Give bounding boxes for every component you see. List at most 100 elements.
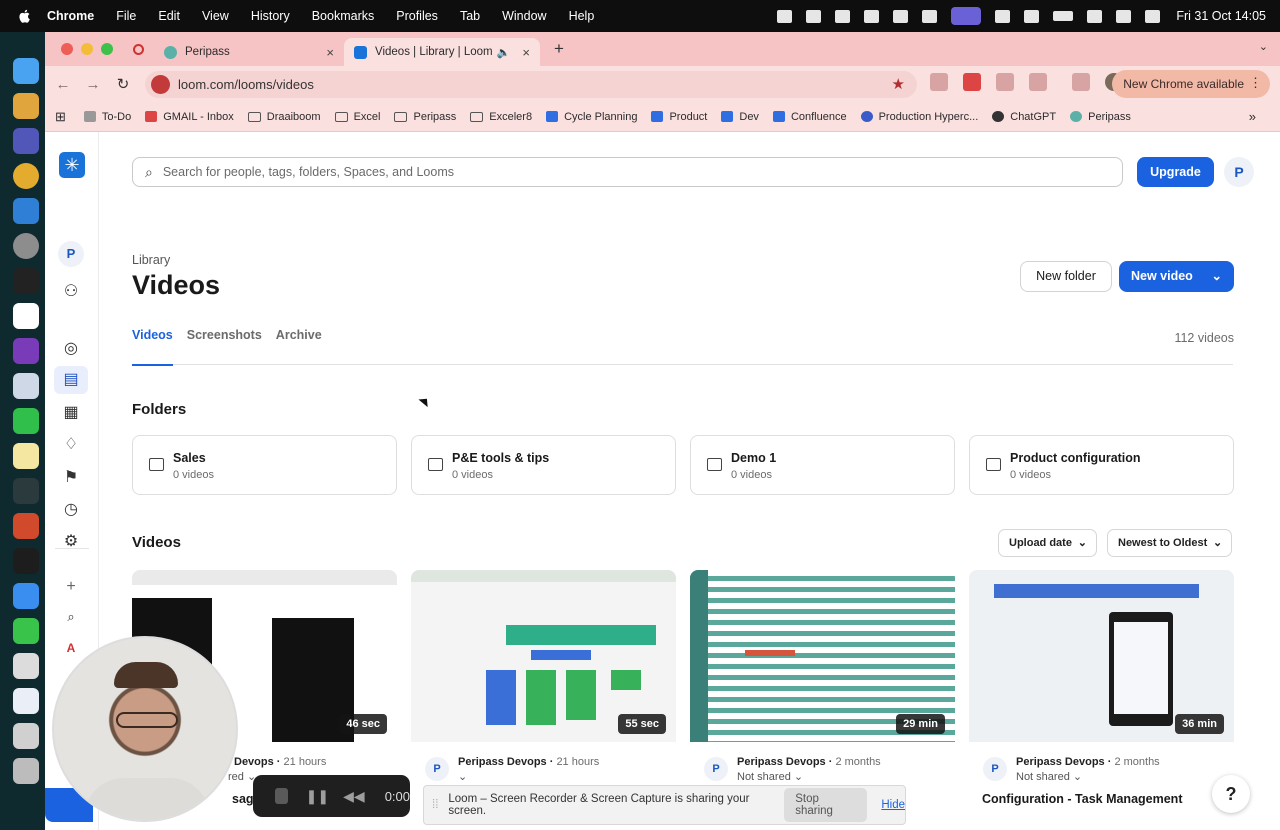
share-status[interactable]: Not shared ⌄ <box>737 770 803 783</box>
sort-order-select[interactable]: Newest to Oldest ⌄ <box>1107 529 1233 557</box>
folder-card[interactable]: P&E tools & tips 0 videos <box>411 435 676 495</box>
audio-playing-icon[interactable]: 🔈 <box>497 46 511 59</box>
bookmark-dev[interactable]: Dev <box>721 111 759 123</box>
search-icon[interactable]: ⌕ <box>60 606 82 628</box>
folder-card[interactable]: Product configuration 0 videos <box>969 435 1234 495</box>
control-center-icon[interactable] <box>1145 9 1161 23</box>
activity-monitor-icon[interactable] <box>13 478 39 504</box>
invite-user-icon[interactable]: ⚇ <box>60 281 82 303</box>
user-avatar[interactable]: P <box>1224 157 1254 187</box>
sort-field-select[interactable]: Upload date ⌄ <box>998 529 1097 557</box>
bookmark-confluence[interactable]: Confluence <box>772 111 847 123</box>
menu-file[interactable]: File <box>116 9 136 23</box>
bookmark-product[interactable]: Product <box>651 111 707 123</box>
numbers-icon[interactable] <box>13 408 39 434</box>
status-icon[interactable] <box>1024 9 1040 23</box>
restart-icon[interactable]: ◀◀ <box>343 788 365 805</box>
launchpad-icon[interactable] <box>13 93 39 119</box>
close-window-button[interactable] <box>61 43 73 55</box>
finder-icon[interactable] <box>13 58 39 84</box>
menu-help[interactable]: Help <box>569 9 595 23</box>
apps-grid-icon[interactable]: ⊞ <box>55 109 66 125</box>
history-clock-icon[interactable]: ◷ <box>60 499 82 521</box>
folder-card[interactable]: Sales 0 videos <box>132 435 397 495</box>
menu-view[interactable]: View <box>202 9 229 23</box>
status-icon[interactable] <box>777 9 793 23</box>
new-folder-button[interactable]: New folder <box>1020 261 1112 292</box>
keyboard-icon[interactable] <box>13 653 39 679</box>
pause-icon[interactable]: ❚❚ <box>306 788 329 805</box>
video-thumbnail[interactable]: 55 sec <box>411 570 676 742</box>
onenote-icon[interactable] <box>13 338 39 364</box>
status-icon[interactable] <box>922 9 938 23</box>
more-bookmarks-icon[interactable]: » <box>1249 109 1256 124</box>
status-icon[interactable] <box>864 9 880 23</box>
settings-icon[interactable] <box>13 233 39 259</box>
stop-sharing-button[interactable]: Stop sharing <box>784 788 868 822</box>
status-icon[interactable] <box>806 9 822 23</box>
close-tab-icon[interactable]: × <box>522 45 530 60</box>
notifications-bell-icon[interactable]: ♢ <box>60 434 82 456</box>
status-icon[interactable] <box>835 9 851 23</box>
upgrade-button[interactable]: Upgrade <box>1137 157 1214 187</box>
chevron-down-icon[interactable]: ⌄ <box>1212 261 1222 292</box>
bookmark-folder-draaiboom[interactable]: Draaiboom <box>247 111 321 123</box>
zoom-window-button[interactable] <box>101 43 113 55</box>
tab-loom-videos[interactable]: Videos | Library | Loom 🔈 × <box>344 38 540 66</box>
tab-videos[interactable]: Videos <box>132 328 173 366</box>
notion-icon[interactable] <box>13 303 39 329</box>
trash-icon[interactable] <box>13 758 39 784</box>
status-icon[interactable] <box>995 9 1011 23</box>
cast-icon[interactable] <box>996 73 1014 91</box>
battery-icon[interactable] <box>1053 11 1074 21</box>
bookmark-todo[interactable]: To-Do <box>83 111 131 123</box>
settings-gear-icon[interactable]: ⚙ <box>60 531 82 553</box>
menu-app-name[interactable]: Chrome <box>47 9 94 23</box>
search-input[interactable]: ⌕ Search for people, tags, folders, Spac… <box>132 157 1123 187</box>
share-status[interactable]: ⌄ <box>458 770 467 783</box>
video-thumbnail[interactable]: 36 min <box>969 570 1234 742</box>
loom-logo-icon[interactable]: ✳ <box>59 152 85 178</box>
breadcrumb[interactable]: Library <box>132 253 170 267</box>
menu-history[interactable]: History <box>251 9 290 23</box>
wifi-icon[interactable] <box>1087 9 1103 23</box>
tab-screenshots[interactable]: Screenshots <box>187 328 262 365</box>
bookmark-peripass[interactable]: Peripass <box>1070 111 1131 123</box>
drag-handle-icon[interactable]: ⁞⁞ <box>432 799 438 811</box>
bookmark-folder-excel[interactable]: Excel <box>334 111 380 123</box>
figma-icon[interactable] <box>13 268 39 294</box>
bookmark-folder-exceler8[interactable]: Exceler8 <box>470 111 532 123</box>
menu-tab[interactable]: Tab <box>460 9 480 23</box>
stop-recording-button[interactable] <box>275 788 288 804</box>
camera-bubble[interactable] <box>52 636 238 822</box>
messages-icon[interactable] <box>13 618 39 644</box>
preview-icon[interactable] <box>13 373 39 399</box>
minimize-window-button[interactable] <box>81 43 93 55</box>
more-menu-icon[interactable]: ⋮ <box>1249 75 1262 91</box>
workspace-avatar[interactable]: P <box>58 241 84 267</box>
hide-notice-link[interactable]: Hide <box>881 799 905 811</box>
powerpoint-icon[interactable] <box>13 513 39 539</box>
extensions-puzzle-icon[interactable] <box>1029 73 1047 91</box>
bookmark-cycle-planning[interactable]: Cycle Planning <box>546 111 637 123</box>
menu-window[interactable]: Window <box>502 9 546 23</box>
notion-icon[interactable] <box>893 9 909 23</box>
folder-card[interactable]: Demo 1 0 videos <box>690 435 955 495</box>
library-icon[interactable]: ▤ <box>54 366 88 394</box>
forward-button[interactable]: → <box>81 76 105 93</box>
notes-icon[interactable] <box>13 443 39 469</box>
help-button[interactable]: ? <box>1212 775 1250 813</box>
clock[interactable]: Fri 31 Oct 14:05 <box>1176 9 1266 23</box>
chrome-icon[interactable] <box>13 163 39 189</box>
bookmark-production[interactable]: Production Hyperc... <box>860 111 978 123</box>
spotlight-icon[interactable] <box>1116 9 1132 23</box>
menu-edit[interactable]: Edit <box>158 9 180 23</box>
new-tab-button[interactable]: + <box>554 39 564 59</box>
teams-icon[interactable] <box>13 128 39 154</box>
menu-profiles[interactable]: Profiles <box>396 9 438 23</box>
bookmark-star-icon[interactable]: ★ <box>892 75 905 93</box>
terminal-icon[interactable] <box>13 548 39 574</box>
document-icon[interactable] <box>13 688 39 714</box>
tab-search-chevron-icon[interactable]: ⌄ <box>1259 40 1268 53</box>
new-video-button[interactable]: New video ⌄ <box>1119 261 1234 292</box>
